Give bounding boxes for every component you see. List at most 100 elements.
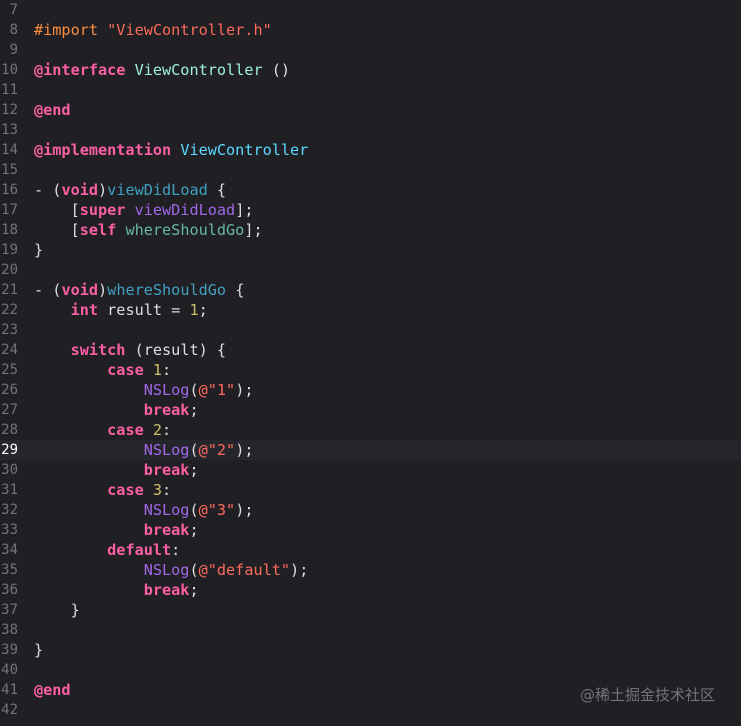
- line-number: 15: [1, 162, 18, 178]
- line-number: 26: [1, 382, 18, 398]
- code-text: NSLog(@"2");: [34, 440, 254, 460]
- line-number: 31: [1, 482, 18, 498]
- code-text: break;: [34, 400, 199, 420]
- code-token: :: [171, 541, 181, 559]
- code-editor[interactable]: 7 8 #import "ViewController.h" 9 10 @interfac…: [0, 0, 741, 720]
- code-line[interactable]: 33 break;: [0, 520, 741, 540]
- code-line[interactable]: 15: [0, 160, 741, 180]
- code-line[interactable]: 36 break;: [0, 580, 741, 600]
- code-token: default: [107, 541, 172, 559]
- line-number: 7: [9, 2, 18, 18]
- line-number: 22: [1, 302, 18, 318]
- line-number: 27: [1, 402, 18, 418]
- code-line[interactable]: 11: [0, 80, 741, 100]
- code-token: ): [98, 181, 108, 199]
- line-number: 28: [1, 422, 18, 438]
- code-token: break: [143, 521, 190, 539]
- code-line[interactable]: 39}: [0, 640, 741, 660]
- code-line[interactable]: 18 [self whereShouldGo];: [0, 220, 741, 240]
- code-token: @"1": [198, 381, 236, 399]
- code-token: @end: [34, 101, 71, 119]
- code-token: @"3": [198, 501, 236, 519]
- code-line[interactable]: 19}: [0, 240, 741, 260]
- current-code-line[interactable]: 29 NSLog(@"2");: [0, 440, 741, 460]
- code-line[interactable]: 14 @implementation ViewController: [0, 140, 741, 160]
- code-token: @"default": [198, 561, 291, 579]
- code-line[interactable]: 35 NSLog(@"default");: [0, 560, 741, 580]
- code-line[interactable]: 17 [super viewDidLoad];: [0, 200, 741, 220]
- line-number: 30: [1, 462, 18, 478]
- code-line[interactable]: 24 switch (result) {: [0, 340, 741, 360]
- code-token: (: [189, 381, 199, 399]
- code-text: }: [34, 640, 43, 660]
- code-token: ;: [189, 401, 199, 419]
- code-line[interactable]: 37 }: [0, 600, 741, 620]
- code-line[interactable]: 25 case 1:: [0, 360, 741, 380]
- code-line[interactable]: 31 case 3:: [0, 480, 741, 500]
- code-line[interactable]: 40: [0, 660, 741, 680]
- code-line[interactable]: 26 NSLog(@"1");: [0, 380, 741, 400]
- code-line[interactable]: 10 @interface ViewController (): [0, 60, 741, 80]
- code-text: [self whereShouldGo];: [34, 220, 263, 240]
- code-token: @end: [34, 681, 71, 699]
- code-text: @interface ViewController (): [34, 60, 290, 80]
- code-token: [: [34, 221, 80, 239]
- code-line[interactable]: 12 @end: [0, 100, 741, 120]
- code-line[interactable]: 9: [0, 40, 741, 60]
- code-token: :: [162, 421, 172, 439]
- code-token: @"2": [198, 441, 236, 459]
- line-number: 38: [1, 622, 18, 638]
- code-token: NSLog: [143, 561, 190, 579]
- code-line[interactable]: 27 break;: [0, 400, 741, 420]
- line-number: 8: [9, 22, 18, 38]
- code-token: ;: [189, 461, 199, 479]
- code-text: switch (result) {: [34, 340, 226, 360]
- code-line[interactable]: 30 break;: [0, 460, 741, 480]
- code-line[interactable]: 28 case 2:: [0, 420, 741, 440]
- code-token: result =: [98, 301, 190, 319]
- code-token: ;: [189, 581, 199, 599]
- code-token: ViewController: [180, 141, 309, 159]
- code-line[interactable]: 38: [0, 620, 741, 640]
- line-number: 14: [1, 142, 18, 158]
- code-line[interactable]: 7: [0, 0, 741, 20]
- code-token: whereShouldGo: [125, 221, 245, 239]
- watermark: @稀土掘金技术社区: [580, 686, 716, 704]
- code-token: super: [79, 201, 126, 219]
- code-line[interactable]: 23: [0, 320, 741, 340]
- code-token: (: [189, 561, 199, 579]
- line-number: 39: [1, 642, 18, 658]
- line-number: 37: [1, 602, 18, 618]
- line-number: 23: [1, 322, 18, 338]
- code-line[interactable]: 16 - (void)viewDidLoad {: [0, 180, 741, 200]
- line-number: 18: [1, 222, 18, 238]
- code-token: {: [226, 281, 245, 299]
- code-text: int result = 1;: [34, 300, 208, 320]
- code-line[interactable]: 34 default:: [0, 540, 741, 560]
- code-line[interactable]: 13: [0, 120, 741, 140]
- code-text: @end: [34, 680, 71, 700]
- code-text: NSLog(@"1");: [34, 380, 254, 400]
- code-token: :: [162, 361, 172, 379]
- code-line[interactable]: 20: [0, 260, 741, 280]
- code-text: break;: [34, 460, 199, 480]
- line-number: 36: [1, 582, 18, 598]
- code-line[interactable]: 32 NSLog(@"3");: [0, 500, 741, 520]
- code-line[interactable]: 21 - (void)whereShouldGo {: [0, 280, 741, 300]
- code-token: ];: [244, 221, 263, 239]
- code-token: void: [61, 181, 99, 199]
- code-line[interactable]: 22 int result = 1;: [0, 300, 741, 320]
- line-number: 42: [1, 702, 18, 718]
- code-token: );: [235, 441, 254, 459]
- code-text: NSLog(@"default");: [34, 560, 309, 580]
- line-number: 41: [1, 682, 18, 698]
- code-token: NSLog: [143, 381, 190, 399]
- code-line[interactable]: 8 #import "ViewController.h": [0, 20, 741, 40]
- line-number: 29: [1, 442, 18, 458]
